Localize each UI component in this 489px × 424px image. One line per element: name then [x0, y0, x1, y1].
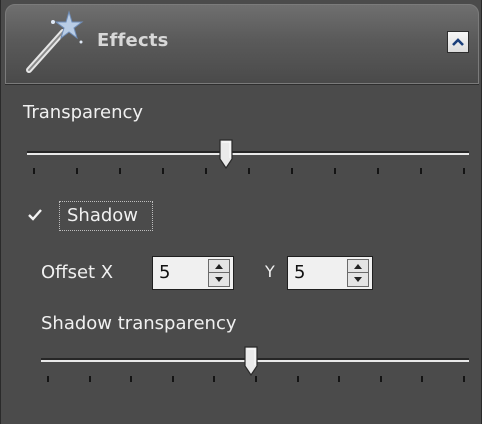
slider-tick — [89, 376, 91, 382]
slider-tick — [463, 376, 465, 382]
slider-tick — [213, 376, 215, 382]
slider-tick — [380, 376, 382, 382]
header-divider — [5, 84, 479, 85]
arrow-up-icon — [354, 263, 362, 269]
slider-tick — [248, 168, 250, 174]
offset-x-stepper[interactable]: 5 — [152, 256, 234, 290]
shadow-transparency-label: Shadow transparency — [41, 313, 237, 334]
slider-tick — [377, 168, 379, 174]
slider-tick — [421, 376, 423, 382]
slider-tick — [338, 376, 340, 382]
slider-tick — [463, 168, 465, 174]
slider-tick — [130, 376, 132, 382]
slider-tick — [119, 168, 121, 174]
slider-tick — [255, 376, 257, 382]
offset-y-decrement-button[interactable] — [348, 273, 368, 286]
slider-tick — [47, 376, 49, 382]
shadow-transparency-ticks — [47, 376, 465, 384]
transparency-slider[interactable] — [27, 139, 469, 169]
transparency-label: Transparency — [23, 102, 144, 123]
collapse-button[interactable] — [447, 31, 469, 53]
chevron-up-icon — [452, 38, 464, 46]
offset-y-value[interactable]: 5 — [294, 262, 305, 283]
shadow-checkbox[interactable] — [27, 207, 43, 223]
slider-tick — [205, 168, 207, 174]
slider-tick — [291, 168, 293, 174]
slider-tick — [334, 168, 336, 174]
arrow-up-icon — [215, 263, 223, 269]
arrow-down-icon — [354, 277, 362, 282]
slider-tick — [420, 168, 422, 174]
slider-track-highlight — [27, 153, 469, 155]
slider-tick — [172, 376, 174, 382]
panel-title: Effects — [97, 30, 169, 51]
transparency-ticks — [33, 168, 465, 176]
offset-x-value[interactable]: 5 — [159, 262, 170, 283]
effects-panel: Effects Transparency Shadow Offset X 5 Y… — [0, 0, 482, 424]
offset-x-label: Offset X — [41, 262, 114, 283]
magic-wand-icon — [26, 10, 84, 73]
slider-tick — [162, 168, 164, 174]
offset-x-decrement-button[interactable] — [209, 273, 229, 286]
offset-y-spin-buttons — [347, 259, 369, 287]
slider-tick — [297, 376, 299, 382]
slider-thumb[interactable] — [219, 139, 233, 169]
offset-x-increment-button[interactable] — [209, 260, 229, 273]
slider-tick — [33, 168, 35, 174]
offset-x-spin-buttons — [208, 259, 230, 287]
slider-thumb[interactable] — [244, 346, 258, 376]
slider-tick — [76, 168, 78, 174]
offset-y-increment-button[interactable] — [348, 260, 368, 273]
shadow-transparency-slider[interactable] — [41, 346, 469, 376]
arrow-down-icon — [215, 277, 223, 282]
shadow-label[interactable]: Shadow — [67, 205, 138, 226]
offset-y-stepper[interactable]: 5 — [287, 256, 373, 290]
offset-y-label: Y — [265, 262, 275, 281]
